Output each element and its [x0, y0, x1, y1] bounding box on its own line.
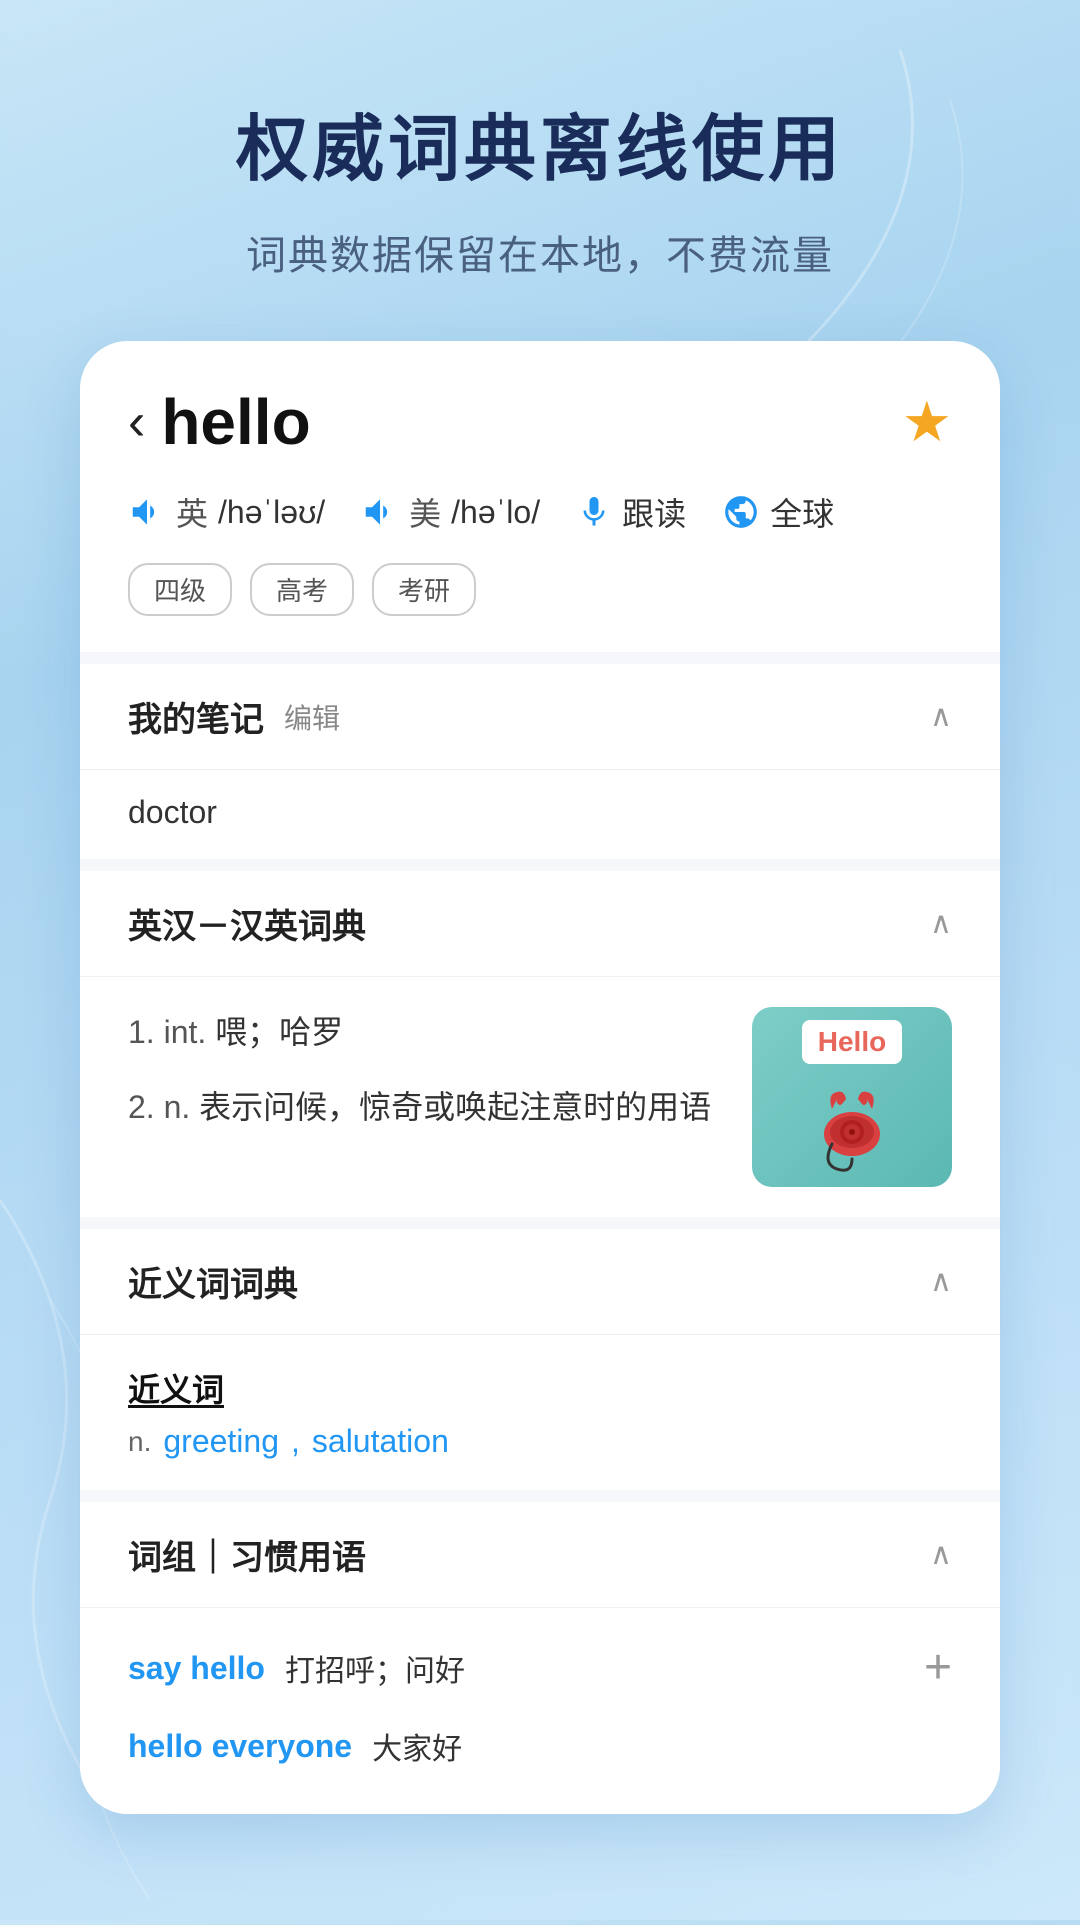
en-cn-section-header[interactable]: 英汉－汉英词典 ∧ [80, 871, 1000, 977]
notes-text: doctor [128, 794, 217, 830]
exam-tags: 四级 高考 考研 [128, 563, 952, 616]
phrases-section-header[interactable]: 词组｜习惯用语 ∧ [80, 1502, 1000, 1608]
synonyms-subtitle: 近义词 [128, 1365, 952, 1411]
british-label: 英 [176, 489, 208, 535]
phrase-left-1: say hello 打招呼；问好 [128, 1646, 465, 1690]
british-pronunciation[interactable]: 英 /həˈləʊ/ [128, 489, 325, 535]
phrases-title: 词组｜习惯用语 [128, 1530, 366, 1579]
pronunciation-row: 英 /həˈləʊ/ 美 /həˈlo/ 跟读 [128, 489, 952, 535]
synonym-pos: n. [128, 1426, 151, 1458]
tag-cet4: 四级 [128, 563, 232, 616]
synonym-greeting[interactable]: greeting [163, 1423, 279, 1460]
notes-section-header[interactable]: 我的笔记 编辑 ∧ [80, 664, 1000, 770]
def-num-2: 2. n. [128, 1089, 199, 1125]
phrase-en-1[interactable]: say hello [128, 1650, 265, 1687]
favorite-star-icon[interactable]: ★ [902, 389, 952, 455]
phrase-en-2[interactable]: hello everyone [128, 1728, 352, 1765]
synonyms-title: 近义词词典 [128, 1257, 298, 1306]
def-num-1: 1. int. [128, 1014, 215, 1050]
phrase-zh-2: 大家好 [372, 1724, 462, 1768]
dict-content: 1. int. 喂；哈罗 2. n. 表示问候，惊奇或唤起注意时的用语 Hell… [80, 977, 1000, 1217]
synonyms-collapse-icon[interactable]: ∧ [930, 1264, 952, 1299]
hello-image-content: Hello [802, 1020, 902, 1174]
notes-edit-button[interactable]: 编辑 [284, 697, 340, 737]
en-cn-section: 英汉－汉英词典 ∧ 1. int. 喂；哈罗 2. n. 表示问候，惊奇或唤起注… [80, 871, 1000, 1217]
british-phonetic: /həˈləʊ/ [218, 494, 325, 531]
synonyms-section: 近义词词典 ∧ 近义词 n. greeting , salutation [80, 1229, 1000, 1490]
global-button[interactable]: 全球 [722, 489, 834, 535]
word-title-left: ‹ hello [128, 385, 311, 459]
american-pronunciation[interactable]: 美 /həˈlo/ [361, 489, 540, 535]
follow-read-button[interactable]: 跟读 [576, 489, 686, 535]
tag-gaokao: 高考 [250, 563, 354, 616]
hero-title: 权威词典离线使用 [236, 90, 844, 195]
tag-yanke: 考研 [372, 563, 476, 616]
notes-section: 我的笔记 编辑 ∧ doctor [80, 664, 1000, 859]
phrases-collapse-icon[interactable]: ∧ [930, 1537, 952, 1572]
hello-img-label: Hello [802, 1020, 902, 1064]
notes-title: 我的笔记 [128, 692, 264, 741]
word-title-row: ‹ hello ★ [128, 385, 952, 459]
definition-2: 2. n. 表示问候，惊奇或唤起注意时的用语 [128, 1082, 728, 1133]
speaker-icon-american [361, 493, 399, 531]
synonym-salutation[interactable]: salutation [312, 1423, 449, 1460]
phrase-zh-1: 打招呼；问好 [285, 1646, 465, 1690]
hello-illustration: Hello [752, 1007, 952, 1187]
phrase-left-2: hello everyone 大家好 [128, 1724, 462, 1768]
global-label: 全球 [770, 489, 834, 535]
telephone-svg [802, 1074, 902, 1174]
phrases-content: say hello 打招呼；问好 + hello everyone 大家好 [80, 1608, 1000, 1814]
american-phonetic: /həˈlo/ [451, 494, 540, 531]
definition-1: 1. int. 喂；哈罗 [128, 1007, 728, 1058]
phrase-item-2: hello everyone 大家好 [128, 1708, 952, 1784]
notes-header-left: 我的笔记 编辑 [128, 692, 340, 741]
synonym-separator: , [291, 1423, 300, 1460]
back-button[interactable]: ‹ [128, 396, 145, 448]
notes-collapse-icon[interactable]: ∧ [930, 699, 952, 734]
phrase-item-1: say hello 打招呼；问好 + [128, 1628, 952, 1708]
en-cn-title: 英汉－汉英词典 [128, 899, 366, 948]
synonyms-row: n. greeting , salutation [128, 1423, 952, 1460]
en-cn-collapse-icon[interactable]: ∧ [930, 906, 952, 941]
dictionary-card: ‹ hello ★ 英 /həˈləʊ/ [80, 341, 1000, 1814]
notes-content: doctor [80, 770, 1000, 859]
phrases-section: 词组｜习惯用语 ∧ say hello 打招呼；问好 + hello every… [80, 1502, 1000, 1814]
speaker-icon-british [128, 493, 166, 531]
word-heading: hello [161, 385, 310, 459]
american-label: 美 [409, 489, 441, 535]
phrase-add-button-1[interactable]: + [924, 1644, 952, 1692]
follow-read-label: 跟读 [622, 489, 686, 535]
synonyms-content: 近义词 n. greeting , salutation [80, 1335, 1000, 1490]
hero-subtitle: 词典数据保留在本地，不费流量 [246, 223, 834, 281]
synonyms-section-header[interactable]: 近义词词典 ∧ [80, 1229, 1000, 1335]
globe-icon [722, 493, 760, 531]
microphone-icon [576, 494, 612, 530]
definitions-list: 1. int. 喂；哈罗 2. n. 表示问候，惊奇或唤起注意时的用语 [128, 1007, 728, 1187]
word-header: ‹ hello ★ 英 /həˈləʊ/ [80, 341, 1000, 652]
